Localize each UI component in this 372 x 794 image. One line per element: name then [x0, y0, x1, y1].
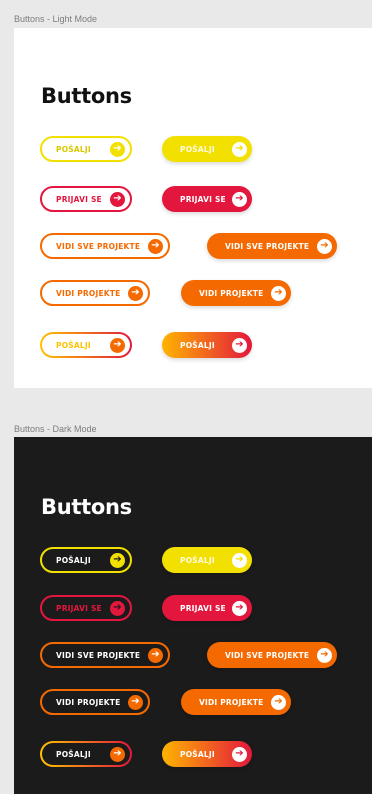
frame-label-dark: Buttons - Dark Mode [14, 424, 97, 434]
filled-button[interactable]: POŠALJI ➔ [162, 332, 252, 358]
button-label: PRIJAVI SE [56, 603, 102, 613]
button-label: PRIJAVI SE [56, 194, 102, 204]
filled-button[interactable]: PRIJAVI SE ➔ [162, 186, 252, 212]
button-label: POŠALJI [180, 340, 215, 350]
arrow-right-circle-icon: ➔ [110, 746, 125, 762]
button-label: PRIJAVI SE [180, 603, 226, 613]
button-label: VIDI PROJEKTE [56, 288, 121, 298]
outline-button[interactable]: POŠALJI ➔ [40, 547, 132, 573]
page-title: Buttons [41, 84, 132, 108]
arrow-right-circle-icon: ➔ [128, 285, 143, 301]
arrow-right-circle-icon: ➔ [110, 337, 125, 353]
button-label: VIDI PROJEKTE [56, 697, 121, 707]
light-mode-frame: Buttons POŠALJI ➔ POŠALJI ➔ PRIJAVI SE ➔ PRIJA… [14, 28, 372, 388]
outline-button[interactable]: PRIJAVI SE ➔ [40, 595, 132, 621]
arrow-right-circle-icon: ➔ [110, 141, 125, 157]
filled-button[interactable]: VIDI SVE PROJEKTE ➔ [207, 642, 337, 668]
filled-button[interactable]: POŠALJI ➔ [162, 547, 252, 573]
outline-button[interactable]: PRIJAVI SE ➔ [40, 186, 132, 212]
frame-label-light: Buttons - Light Mode [14, 14, 98, 24]
outline-button[interactable]: VIDI SVE PROJEKTE ➔ [40, 642, 170, 668]
outline-button[interactable]: POŠALJI ➔ [40, 332, 132, 358]
arrow-right-circle-icon: ➔ [232, 191, 247, 207]
button-label: POŠALJI [56, 749, 91, 759]
button-label: VIDI SVE PROJEKTE [56, 650, 141, 660]
arrow-right-circle-icon: ➔ [317, 647, 332, 663]
filled-button[interactable]: POŠALJI ➔ [162, 741, 252, 767]
arrow-right-circle-icon: ➔ [148, 238, 163, 254]
outline-button[interactable]: VIDI PROJEKTE ➔ [40, 280, 150, 306]
arrow-right-circle-icon: ➔ [128, 694, 143, 710]
button-label: VIDI SVE PROJEKTE [225, 650, 310, 660]
arrow-right-circle-icon: ➔ [271, 285, 286, 301]
arrow-right-circle-icon: ➔ [110, 191, 125, 207]
button-label: POŠALJI [180, 144, 215, 154]
button-label: POŠALJI [180, 749, 215, 759]
page-title: Buttons [41, 495, 132, 519]
button-label: POŠALJI [180, 555, 215, 565]
arrow-right-circle-icon: ➔ [232, 746, 247, 762]
dark-mode-frame: Buttons POŠALJI ➔ POŠALJI ➔ PRIJAVI SE ➔ PRIJA… [14, 437, 372, 794]
button-label: VIDI SVE PROJEKTE [56, 241, 141, 251]
button-label: VIDI PROJEKTE [199, 288, 264, 298]
button-label: POŠALJI [56, 144, 91, 154]
button-label: PRIJAVI SE [180, 194, 226, 204]
button-label: VIDI PROJEKTE [199, 697, 264, 707]
arrow-right-circle-icon: ➔ [271, 694, 286, 710]
button-label: POŠALJI [56, 340, 91, 350]
outline-button[interactable]: POŠALJI ➔ [40, 741, 132, 767]
outline-button[interactable]: POŠALJI ➔ [40, 136, 132, 162]
arrow-right-circle-icon: ➔ [148, 647, 163, 663]
arrow-right-circle-icon: ➔ [232, 600, 247, 616]
arrow-right-circle-icon: ➔ [232, 337, 247, 353]
arrow-right-circle-icon: ➔ [110, 600, 125, 616]
outline-button[interactable]: VIDI SVE PROJEKTE ➔ [40, 233, 170, 259]
arrow-right-circle-icon: ➔ [232, 552, 247, 568]
outline-button[interactable]: VIDI PROJEKTE ➔ [40, 689, 150, 715]
arrow-right-circle-icon: ➔ [232, 141, 247, 157]
button-label: VIDI SVE PROJEKTE [225, 241, 310, 251]
filled-button[interactable]: VIDI PROJEKTE ➔ [181, 689, 291, 715]
filled-button[interactable]: VIDI PROJEKTE ➔ [181, 280, 291, 306]
arrow-right-circle-icon: ➔ [110, 552, 125, 568]
filled-button[interactable]: PRIJAVI SE ➔ [162, 595, 252, 621]
arrow-right-circle-icon: ➔ [317, 238, 332, 254]
filled-button[interactable]: POŠALJI ➔ [162, 136, 252, 162]
button-label: POŠALJI [56, 555, 91, 565]
filled-button[interactable]: VIDI SVE PROJEKTE ➔ [207, 233, 337, 259]
